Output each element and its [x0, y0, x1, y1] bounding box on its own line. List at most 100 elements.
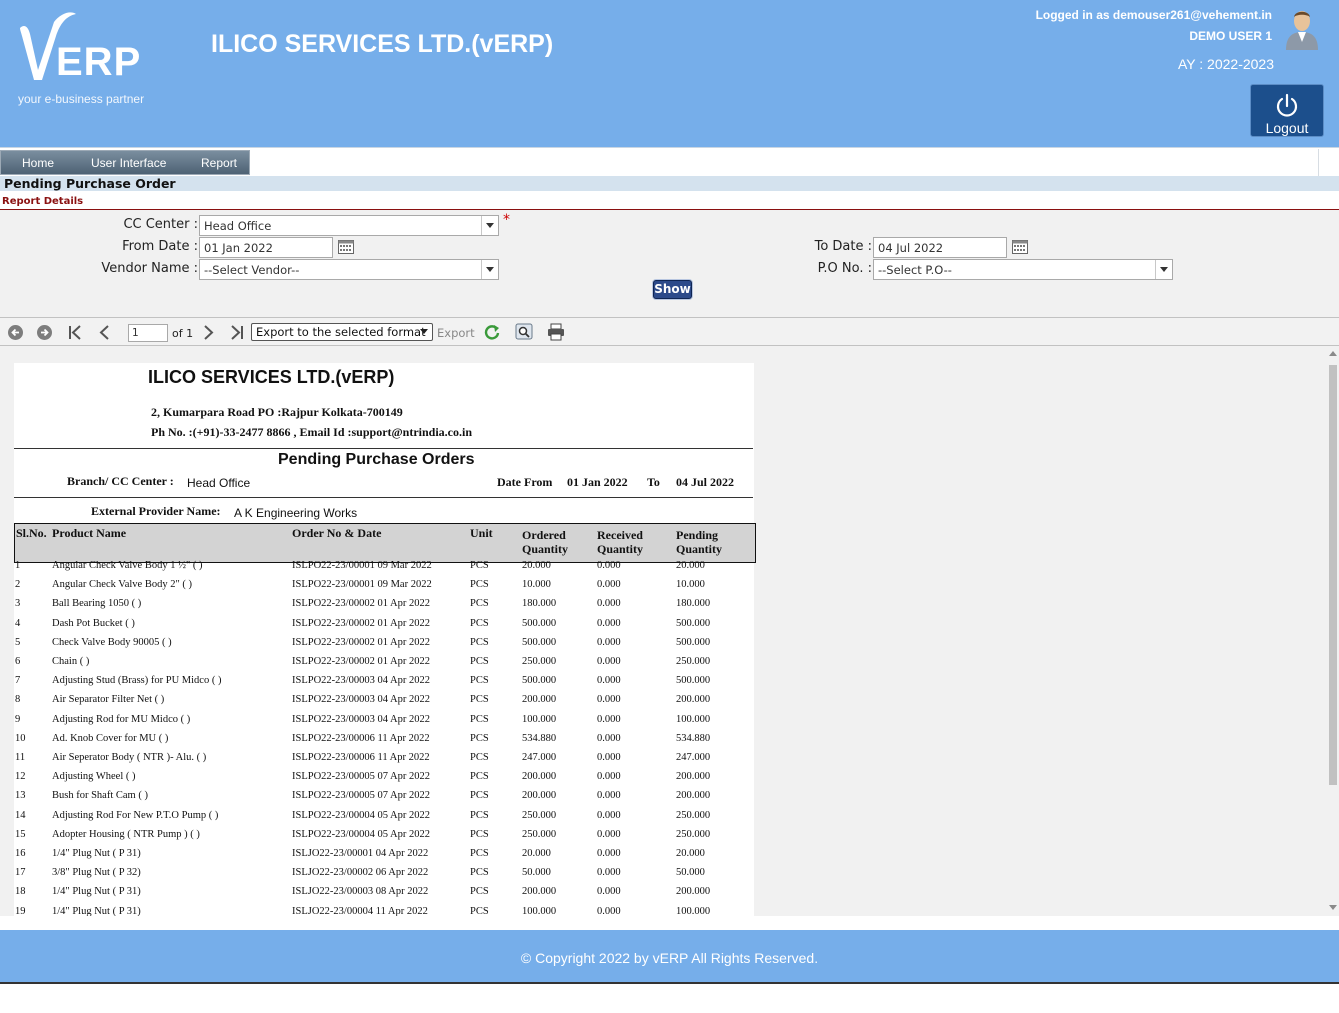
table-row: 7 Adjusting Stud (Brass) for PU Midco ( )…	[14, 675, 754, 694]
cell-pending: 250.000	[676, 809, 711, 821]
export-format-select[interactable]: Export to the selected format	[251, 323, 433, 341]
cell-product: Angular Check Valve Body 2" ( )	[52, 579, 192, 591]
table-row: 12 Adjusting Wheel ( ) ISLPO22-23/00005 07…	[14, 771, 754, 790]
copyright-text: © Copyright 2022 by vERP All Rights Rese…	[520, 950, 819, 966]
report-contact: Ph No. :(+91)-33-2477 8866 , Email Id :s…	[151, 425, 473, 439]
cell-unit: PCS	[470, 560, 489, 571]
cell-ordered: 250.000	[522, 828, 557, 840]
required-mark: *	[503, 212, 510, 228]
back-icon[interactable]	[7, 324, 24, 341]
cc-center-label: CC Center :	[123, 217, 198, 232]
logout-button[interactable]: Logout	[1250, 84, 1324, 137]
last-page-icon[interactable]	[229, 324, 245, 341]
cell-product: Air Seperator Body ( NTR )- Alu. ( )	[52, 752, 207, 763]
scrollbar-thumb[interactable]	[1329, 365, 1337, 785]
cell-pending: 200.000	[676, 790, 711, 802]
cell-slno: 2	[15, 579, 21, 591]
vertical-scrollbar[interactable]	[1327, 346, 1339, 916]
cell-slno: 5	[15, 636, 21, 648]
power-icon	[1276, 93, 1298, 117]
page-count-text: of 1	[172, 327, 194, 340]
page-number-input[interactable]: 1	[128, 324, 168, 342]
table-row: 10 Ad. Knob Cover for MU ( ) ISLPO22-23/00…	[14, 733, 754, 752]
cell-pending: 10.000	[676, 579, 705, 591]
menu-item-user-interface[interactable]: User Interface	[91, 156, 166, 170]
table-row: 8 Air Separator Filter Net ( ) ISLPO22-23/…	[14, 694, 754, 713]
print-icon[interactable]	[547, 323, 565, 341]
table-row: 5 Check Valve Body 90005 ( ) ISLPO22-23/00…	[14, 637, 754, 656]
company-title: ILICO SERVICES LTD.(vERP)	[211, 30, 554, 58]
from-date-input[interactable]: 01 Jan 2022	[199, 237, 333, 258]
cell-order: ISLPO22-23/00001 09 Mar 2022	[292, 579, 432, 591]
refresh-icon[interactable]	[483, 323, 501, 341]
cell-unit: PCS	[470, 694, 489, 706]
cell-received: 0.000	[597, 809, 621, 821]
scroll-down-icon[interactable]	[1329, 905, 1337, 910]
cell-unit: PCS	[470, 675, 489, 687]
cell-ordered: 10.000	[522, 579, 551, 591]
cell-received: 0.000	[597, 694, 621, 706]
cell-product: Ad. Knob Cover for MU ( )	[52, 732, 169, 744]
to-date-input[interactable]: 04 Jul 2022	[873, 237, 1007, 258]
cell-pending: 100.000	[676, 905, 711, 916]
cell-order: ISLPO22-23/00005 07 Apr 2022	[292, 771, 430, 783]
column-header-slno: Sl.No.	[16, 526, 47, 540]
po-number-select[interactable]: --Select P.O--	[873, 259, 1173, 280]
cell-product: Adopter Housing ( NTR Pump ) ( )	[52, 828, 200, 840]
cell-slno: 10	[15, 732, 26, 744]
menu-item-report[interactable]: Report	[201, 156, 237, 170]
verp-logo[interactable]: ERP your e-business partner	[14, 10, 174, 110]
report-company-name: ILICO SERVICES LTD.(vERP)	[148, 367, 395, 387]
cell-product: Dash Pot Bucket ( )	[52, 617, 135, 629]
cell-pending: 180.000	[676, 598, 711, 610]
cell-ordered: 180.000	[522, 598, 557, 610]
cell-received: 0.000	[597, 560, 621, 571]
cell-slno: 13	[15, 790, 26, 802]
cell-slno: 1	[15, 560, 21, 571]
cell-unit: PCS	[470, 752, 489, 763]
cell-received: 0.000	[597, 617, 621, 629]
export-button[interactable]: Export	[437, 326, 475, 340]
cell-order: ISLPO22-23/00003 04 Apr 2022	[292, 713, 430, 725]
cell-product: 1/4" Plug Nut ( P 31)	[52, 886, 141, 898]
forward-icon[interactable]	[36, 324, 53, 341]
report-divider	[14, 448, 753, 449]
scroll-up-icon[interactable]	[1329, 351, 1337, 356]
calendar-icon[interactable]	[1012, 240, 1028, 254]
menu-item-home[interactable]: Home	[22, 156, 54, 170]
report-filter-form: CC Center : Head Office * From Date : 01…	[0, 210, 1339, 317]
menu-bar: Home User Interface Report	[0, 147, 1339, 177]
column-header-ordered-line1: Ordered	[522, 528, 566, 542]
cell-pending: 20.000	[676, 560, 705, 571]
date-from-value: 01 Jan 2022	[567, 475, 628, 489]
app-header: ERP your e-business partner ILICO SERVIC…	[0, 0, 1339, 147]
show-button[interactable]: Show	[653, 280, 692, 299]
chevron-down-icon	[481, 216, 498, 235]
calendar-icon[interactable]	[338, 240, 354, 254]
table-row: 15 Adopter Housing ( NTR Pump ) ( ) ISLPO2…	[14, 829, 754, 848]
date-to-label: To	[647, 475, 660, 489]
cell-ordered: 100.000	[522, 905, 557, 916]
column-header-ordered-line2: Quantity	[522, 542, 569, 556]
vendor-name-select[interactable]: --Select Vendor--	[199, 259, 499, 280]
cell-pending: 200.000	[676, 771, 711, 783]
report-title: Pending Purchase Orders	[278, 451, 475, 468]
previous-page-icon[interactable]	[98, 324, 110, 341]
cell-ordered: 200.000	[522, 694, 557, 706]
user-avatar-icon	[1286, 11, 1318, 50]
from-date-label: From Date :	[122, 239, 198, 254]
table-header: Sl.No. Product Name Order No & Date Unit…	[14, 523, 756, 563]
first-page-icon[interactable]	[67, 324, 83, 341]
column-header-received-line2: Quantity	[597, 542, 644, 556]
search-icon[interactable]	[515, 323, 533, 341]
cell-ordered: 534.880	[522, 732, 557, 744]
to-date-value: 04 Jul 2022	[878, 241, 944, 255]
logout-label: Logout	[1265, 120, 1309, 136]
cell-received: 0.000	[597, 636, 621, 648]
cell-received: 0.000	[597, 771, 621, 783]
cell-slno: 7	[15, 675, 21, 687]
cell-unit: PCS	[470, 656, 489, 667]
next-page-icon[interactable]	[203, 324, 215, 341]
cc-center-select[interactable]: Head Office	[199, 215, 499, 236]
cell-slno: 3	[15, 598, 21, 610]
